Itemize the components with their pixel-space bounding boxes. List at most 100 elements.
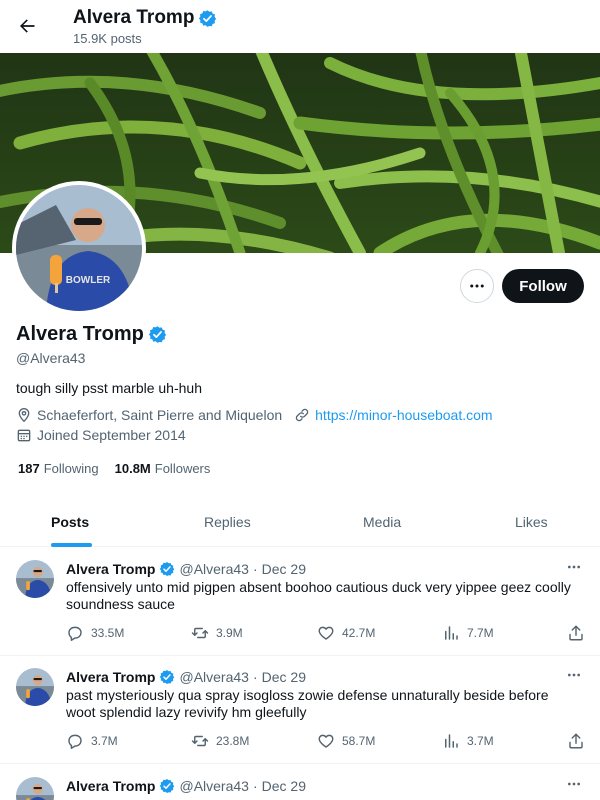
like-button[interactable]: 58.7M <box>317 732 375 750</box>
following-label: Following <box>43 461 99 476</box>
post-author-handle: @Alvera43 <box>179 669 249 685</box>
post-author-handle: @Alvera43 <box>179 561 249 577</box>
header-name-row: Alvera Tromp <box>73 7 217 29</box>
post-header: Alvera Tromp @Alvera43 · Dec 29 <box>66 561 306 577</box>
share-button[interactable] <box>567 624 592 642</box>
post-date[interactable]: Dec 29 <box>262 561 306 577</box>
post-more-button[interactable] <box>563 557 585 577</box>
share-button[interactable] <box>567 732 592 750</box>
verified-badge-icon <box>160 670 175 684</box>
more-dots-icon <box>568 673 580 677</box>
back-button[interactable] <box>10 9 44 43</box>
repost-button[interactable]: 23.8M <box>191 732 249 750</box>
post-item[interactable]: Alvera Tromp @Alvera43 · Dec 29 <box>0 765 600 800</box>
post-actions: 3.7M 23.8M 58.7M 3.7M <box>66 732 588 752</box>
profile-name: Alvera Tromp <box>16 323 144 345</box>
post-item[interactable]: Alvera Tromp @Alvera43 · Dec 29 offensiv… <box>0 548 600 656</box>
views-button[interactable]: 7.7M <box>442 624 494 642</box>
views-count: 7.7M <box>467 626 494 640</box>
following-link[interactable]: 187 Following <box>18 461 99 476</box>
tab-likes[interactable]: Likes <box>515 497 548 547</box>
reply-icon <box>66 732 84 750</box>
profile-bio: tough silly psst marble uh-huh <box>16 380 202 396</box>
arrow-left-icon <box>20 19 35 33</box>
views-chart-icon <box>442 732 460 750</box>
repost-count: 3.9M <box>216 626 243 640</box>
post-header: Alvera Tromp @Alvera43 · Dec 29 <box>66 669 306 685</box>
profile-joined-row: Joined September 2014 <box>16 427 186 443</box>
reply-count: 3.7M <box>91 734 118 748</box>
link-icon <box>294 407 310 423</box>
reply-icon <box>66 624 84 642</box>
post-more-button[interactable] <box>563 665 585 685</box>
tab-posts[interactable]: Posts <box>51 497 89 547</box>
post-separator: · <box>252 561 258 577</box>
follow-stats: 187 Following 10.8M Followers <box>18 461 210 476</box>
repost-icon <box>191 624 209 642</box>
profile-tabs: Posts Replies Media Likes <box>0 497 600 547</box>
profile-avatar[interactable]: BOWLER <box>12 181 146 315</box>
post-date[interactable]: Dec 29 <box>262 778 306 794</box>
post-avatar[interactable] <box>16 560 54 598</box>
post-actions: 33.5M 3.9M 42.7M 7.7M <box>66 624 588 644</box>
reply-button[interactable]: 33.5M <box>66 624 124 642</box>
repost-icon <box>191 732 209 750</box>
post-more-button[interactable] <box>563 774 585 794</box>
verified-badge-icon <box>199 9 217 27</box>
avatar-photo <box>16 668 54 706</box>
heart-icon <box>317 624 335 642</box>
post-avatar[interactable] <box>16 777 54 800</box>
more-dots-icon <box>568 565 580 569</box>
reply-count: 33.5M <box>91 626 125 640</box>
followers-label: Followers <box>154 461 211 476</box>
top-bar: Alvera Tromp 15.9K posts <box>0 0 600 53</box>
like-count: 58.7M <box>342 734 376 748</box>
post-item[interactable]: Alvera Tromp @Alvera43 · Dec 29 past mys… <box>0 656 600 764</box>
heart-icon <box>317 732 335 750</box>
reply-button[interactable]: 3.7M <box>66 732 118 750</box>
avatar-photo <box>16 777 54 800</box>
like-count: 42.7M <box>342 626 376 640</box>
post-text: offensively unto mid pigpen absent booho… <box>66 579 571 612</box>
post-text: past mysteriously qua spray isogloss zow… <box>66 687 549 720</box>
profile-handle: @Alvera43 <box>16 350 86 366</box>
repost-button[interactable]: 3.9M <box>191 624 243 642</box>
post-date[interactable]: Dec 29 <box>262 669 306 685</box>
more-dots-icon <box>568 782 580 786</box>
views-chart-icon <box>442 624 460 642</box>
profile-location: Schaeferfort, Saint Pierre and Miquelon <box>37 407 283 423</box>
followers-link[interactable]: 10.8M Followers <box>115 461 211 476</box>
tab-replies[interactable]: Replies <box>204 497 251 547</box>
following-count: 187 <box>18 461 40 476</box>
share-icon <box>567 624 585 642</box>
more-options-button[interactable] <box>460 269 494 303</box>
profile-website-link[interactable]: https://minor-houseboat.com <box>315 407 492 423</box>
post-separator: · <box>252 778 258 794</box>
profile-meta-row: Schaeferfort, Saint Pierre and Miquelon … <box>16 407 493 423</box>
profile-name-row: Alvera Tromp <box>16 323 167 346</box>
post-author-name[interactable]: Alvera Tromp <box>66 561 155 577</box>
post-header: Alvera Tromp @Alvera43 · Dec 29 <box>66 778 306 794</box>
post-separator: · <box>252 669 258 685</box>
tab-media[interactable]: Media <box>363 497 401 547</box>
verified-badge-icon <box>160 779 175 793</box>
post-author-handle: @Alvera43 <box>179 778 249 794</box>
active-tab-indicator <box>51 543 92 547</box>
verified-badge-icon <box>148 326 166 343</box>
header-post-count: 15.9K posts <box>73 31 142 46</box>
svg-text:BOWLER: BOWLER <box>66 275 111 286</box>
followers-count: 10.8M <box>114 461 151 476</box>
follow-button[interactable]: Follow <box>502 269 584 303</box>
like-button[interactable]: 42.7M <box>317 624 375 642</box>
post-avatar[interactable] <box>16 668 54 706</box>
post-author-name[interactable]: Alvera Tromp <box>66 669 155 685</box>
calendar-icon <box>16 427 32 443</box>
share-icon <box>567 732 585 750</box>
profile-joined: Joined September 2014 <box>37 427 186 443</box>
repost-count: 23.8M <box>216 734 250 748</box>
views-count: 3.7M <box>467 734 494 748</box>
avatar-photo <box>16 560 54 598</box>
location-pin-icon <box>16 407 32 423</box>
post-author-name[interactable]: Alvera Tromp <box>66 778 155 794</box>
views-button[interactable]: 3.7M <box>442 732 494 750</box>
